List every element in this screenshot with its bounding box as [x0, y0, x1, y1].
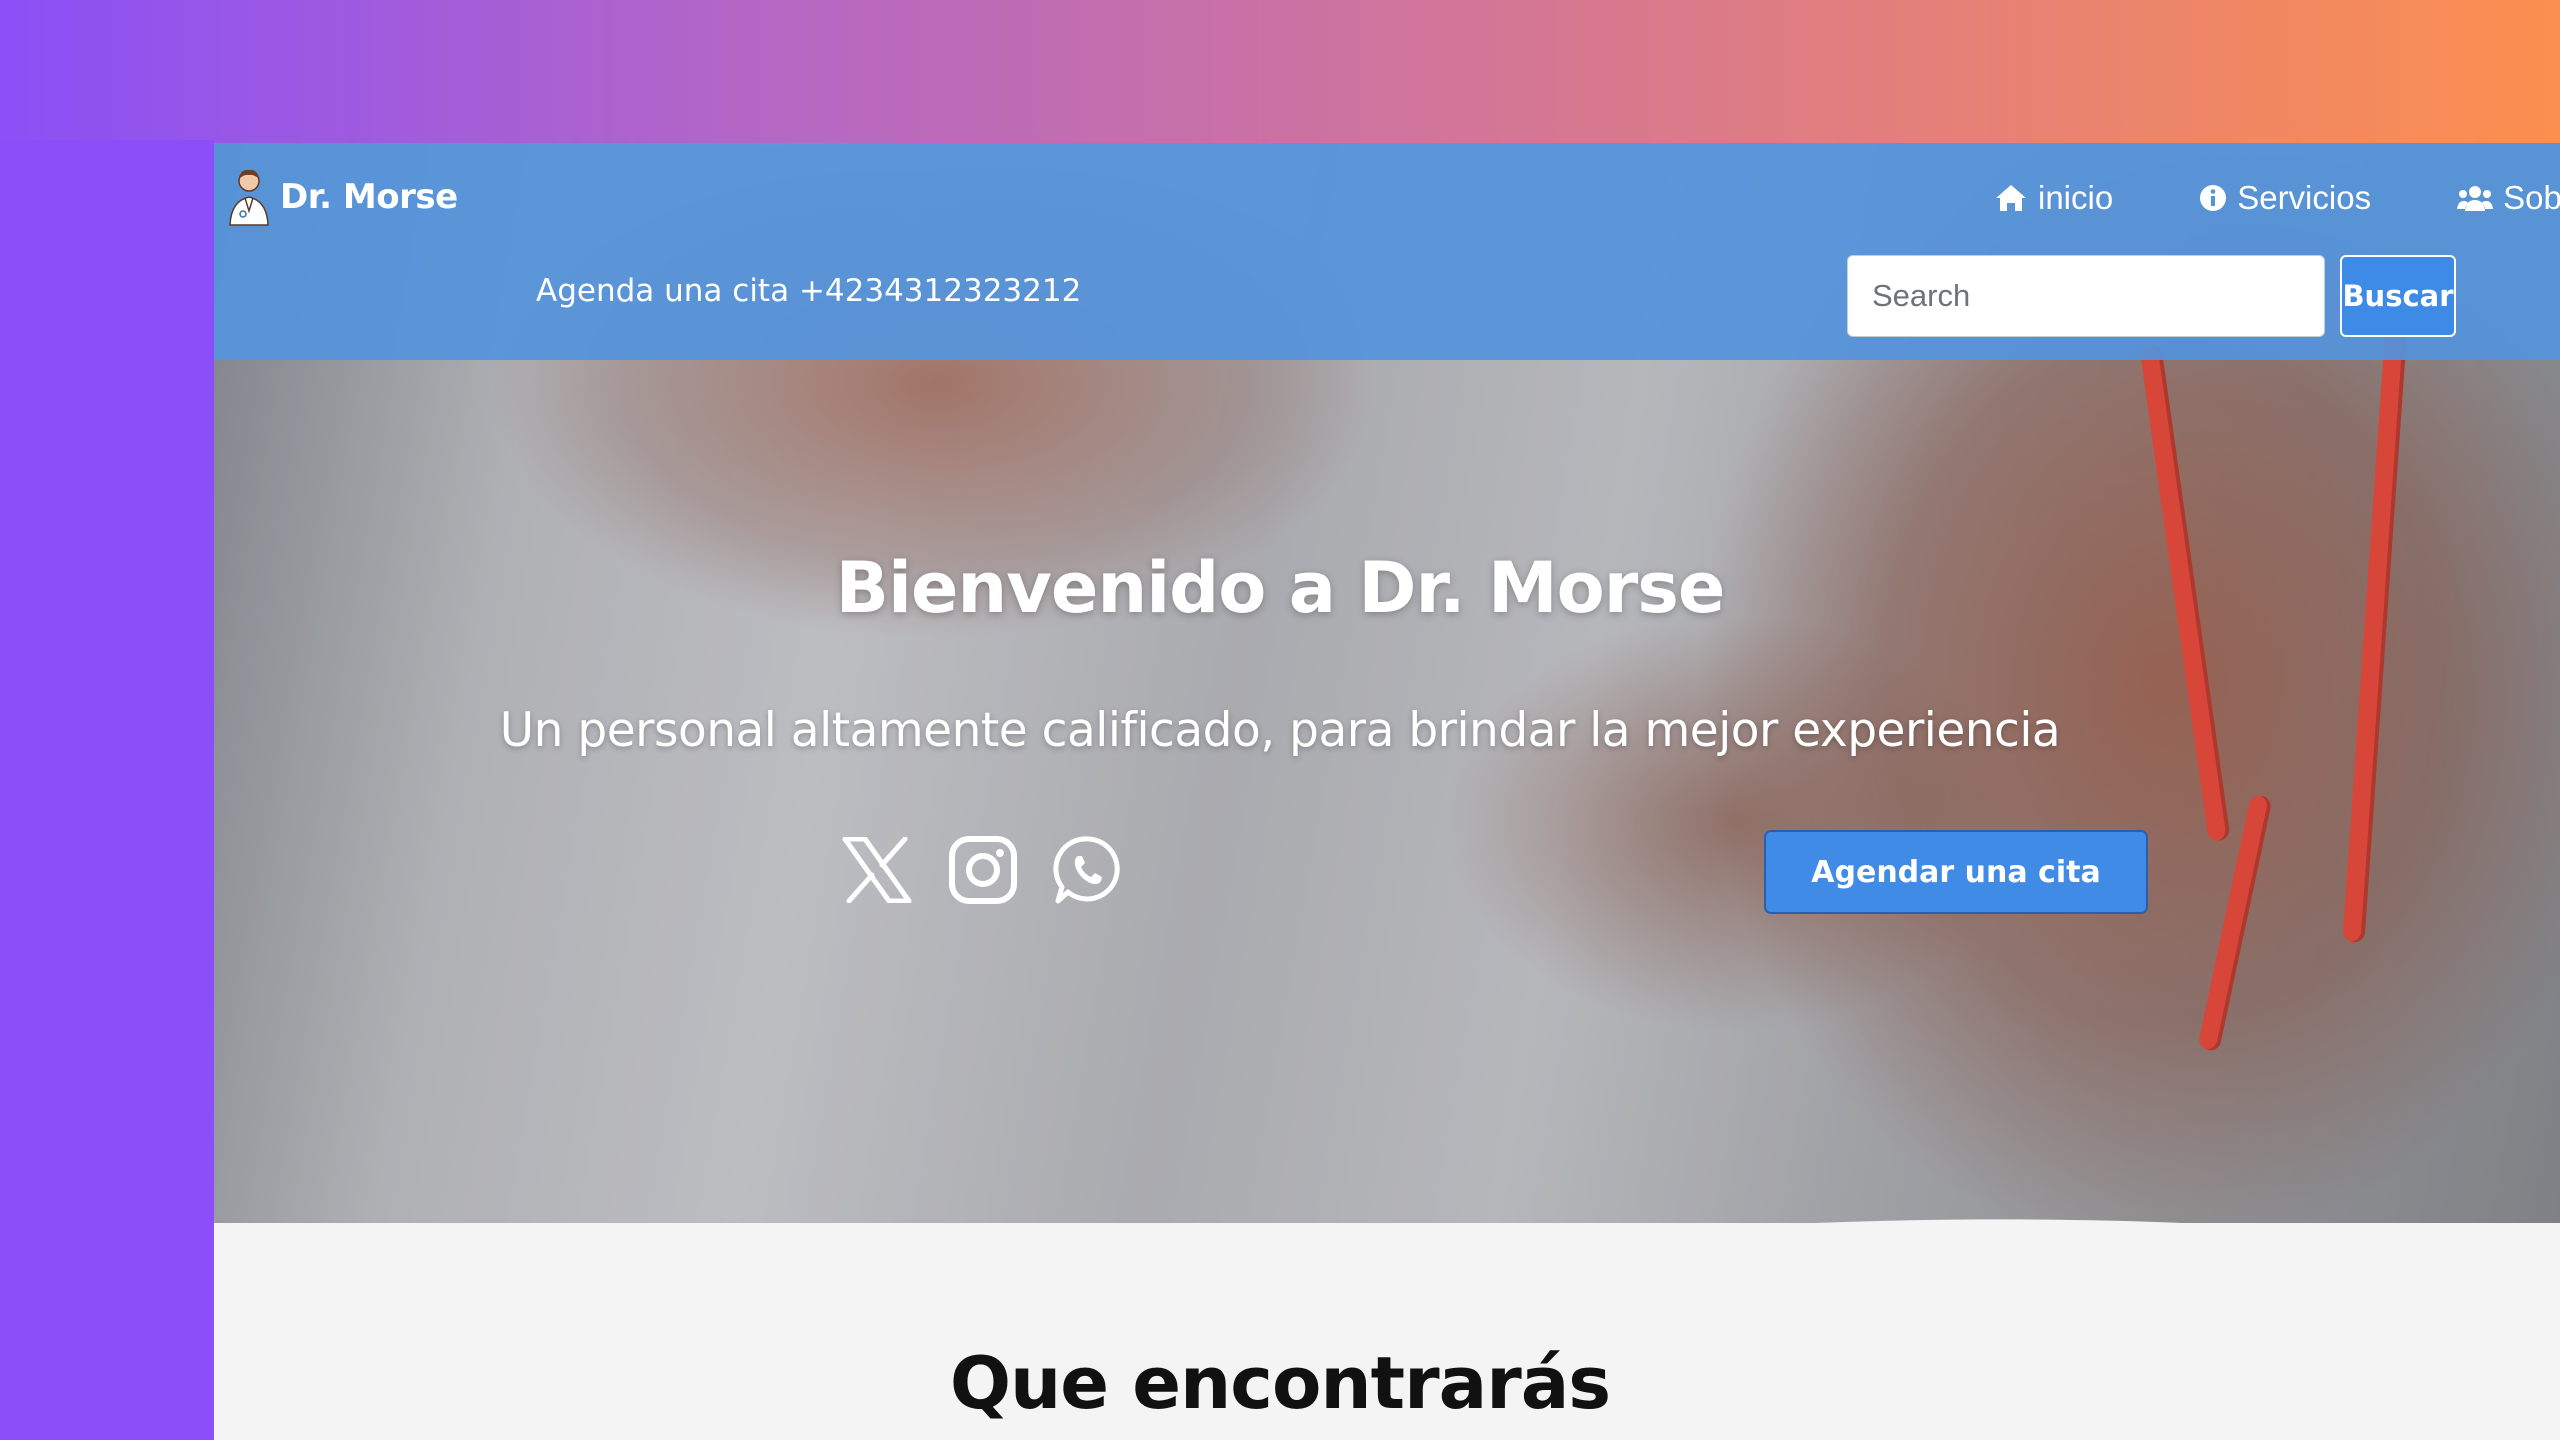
hero-title: Bienvenido a Dr. Morse: [835, 547, 1726, 629]
section-title: Que encontrarás: [949, 1341, 1611, 1425]
nav-item-label: inicio: [2038, 179, 2114, 216]
search-button[interactable]: Buscar: [2340, 255, 2456, 337]
nav-item-label: Sob: [2503, 179, 2560, 216]
users-icon: [2457, 186, 2494, 211]
book-appointment-button[interactable]: Agendar una cita: [1764, 830, 2148, 914]
instagram-icon[interactable]: [946, 833, 1020, 907]
home-icon: [1996, 185, 2026, 211]
brand[interactable]: Dr. Morse: [226, 167, 458, 227]
nav-item-servicios[interactable]: Servicios: [2199, 179, 2371, 217]
website-viewport: Dr. Morse inicio Servicios Sob Agenda un…: [214, 143, 2560, 1440]
social-links: [840, 833, 1126, 907]
main-nav: inicio Servicios Sob: [1994, 179, 2560, 217]
doctor-avatar-icon: [229, 169, 269, 226]
hero-subtitle: Un personal altamente calificado, para b…: [499, 703, 2061, 758]
info-circle-icon: [2200, 185, 2227, 211]
nav-item-label: Servicios: [2237, 179, 2372, 216]
site-header: Dr. Morse inicio Servicios Sob Agenda un…: [214, 143, 2560, 360]
nav-item-inicio[interactable]: inicio: [1994, 179, 2113, 217]
nav-item-sobre[interactable]: Sob: [2457, 179, 2560, 217]
background-band: [0, 140, 214, 1440]
x-icon[interactable]: [840, 833, 914, 907]
appointment-phone-text: Agenda una cita +4234312323212: [536, 273, 1082, 309]
search-input[interactable]: [1847, 255, 2325, 337]
whatsapp-icon[interactable]: [1052, 833, 1126, 907]
brand-name: Dr. Morse: [280, 177, 458, 217]
